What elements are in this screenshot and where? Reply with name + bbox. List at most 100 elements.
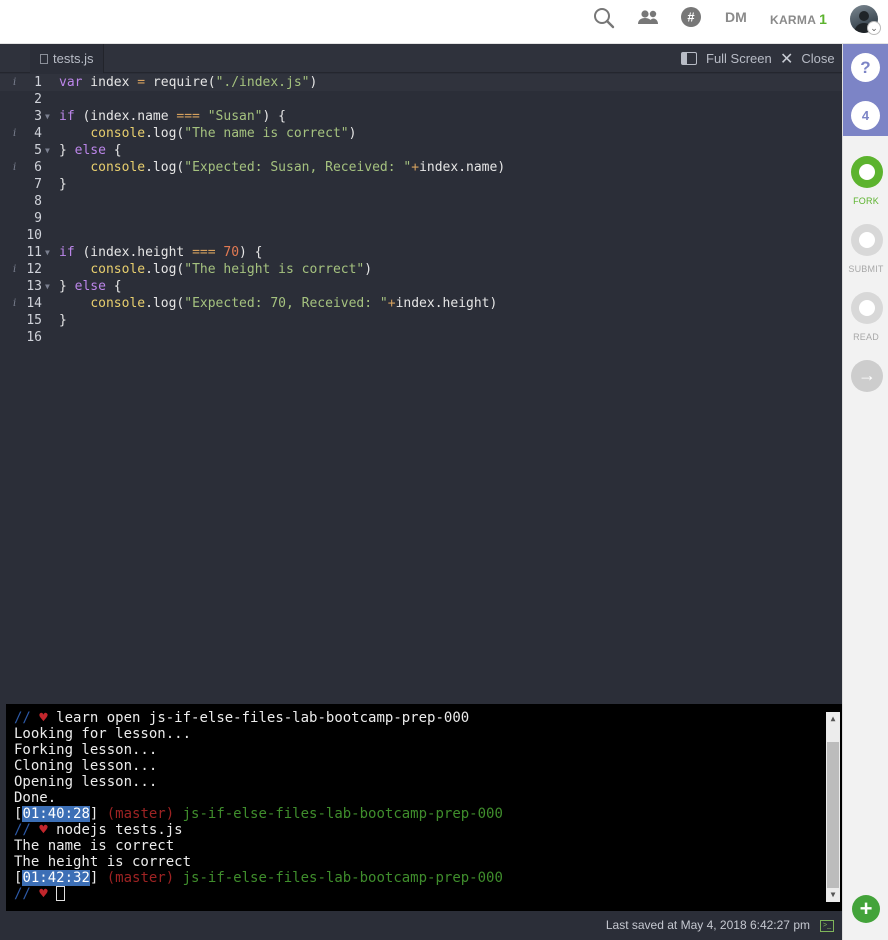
code-token: .log( (145, 296, 185, 311)
code-token: ) { (239, 245, 263, 260)
code-token: === (192, 245, 216, 260)
info-icon: i (13, 128, 17, 139)
line-number: 1 (34, 75, 42, 90)
terminal-command: learn open js-if-else-files-lab-bootcamp… (56, 710, 470, 726)
scrollbar-thumb[interactable] (827, 742, 839, 888)
code-token: === (176, 109, 200, 124)
code-token: } (59, 177, 67, 192)
line-number: 12 (26, 262, 42, 277)
right-sidebar: ? 4 FORK SUBMIT READ → + (842, 44, 888, 940)
terminal-line: Opening lesson... (14, 774, 158, 790)
notification-count-badge[interactable]: 4 (851, 101, 880, 130)
close-button[interactable]: ✕ Close (780, 44, 835, 73)
fold-arrow-icon[interactable]: ▼ (45, 108, 50, 125)
code-token: console (90, 262, 146, 277)
code-token: { (105, 279, 122, 294)
next-lesson-button[interactable]: → (851, 360, 883, 392)
code-token: require( (145, 75, 216, 90)
fork-button[interactable] (851, 156, 883, 188)
read-label: READ (853, 332, 879, 342)
fold-arrow-icon[interactable]: ▼ (45, 278, 50, 295)
code-token: "./index.js" (215, 75, 310, 90)
code-token: else (74, 279, 106, 294)
code-token: "Susan" (199, 109, 263, 124)
terminal-line: [01:40:28] (master) js-if-else-files-lab… (14, 806, 503, 822)
terminal-line: // ♥ nodejs tests.js (14, 822, 183, 838)
code-line-3[interactable]: 3 ▼ if (index.name === "Susan") { (0, 108, 842, 125)
terminal-icon[interactable]: >_ (820, 920, 834, 932)
slack-icon[interactable]: # (679, 6, 705, 30)
code-token: .log( (145, 160, 185, 175)
full-screen-button[interactable]: Full Screen (681, 44, 772, 73)
code-token: .log( (145, 126, 185, 141)
tab-tests-js[interactable]: tests.js (30, 44, 105, 73)
code-token: ) { (262, 109, 286, 124)
add-button[interactable]: + (852, 895, 880, 923)
scroll-up-icon[interactable]: ▲ (826, 712, 840, 726)
terminal-cursor[interactable] (56, 886, 66, 901)
code-token: if (59, 245, 75, 260)
info-icon: i (13, 264, 17, 275)
search-icon[interactable] (591, 6, 617, 30)
code-line-10[interactable]: 10 (0, 227, 842, 244)
terminal-line: The height is correct (14, 854, 192, 870)
repo-name: js-if-else-files-lab-bootcamp-prep-000 (182, 870, 503, 886)
code-token: if (59, 109, 75, 124)
submit-button[interactable] (851, 224, 883, 256)
read-button[interactable] (851, 292, 883, 324)
code-line-14[interactable]: i 14 console.log("Expected: 70, Received:… (0, 295, 842, 312)
code-line-12[interactable]: i 12 console.log("The height is correct") (0, 261, 842, 278)
read-button-inner (859, 300, 875, 316)
terminal-line: [01:42:32] (master) js-if-else-files-lab… (14, 870, 503, 886)
code-token: "The name is correct" (184, 126, 349, 141)
code-token: (index.name (74, 109, 177, 124)
code-token: ) (348, 126, 357, 141)
code-token: } (59, 143, 75, 158)
code-line-2[interactable]: 2 (0, 91, 842, 108)
fold-arrow-icon[interactable]: ▼ (45, 244, 50, 261)
tab-label: tests.js (53, 51, 94, 66)
code-lines[interactable]: i 1 var index = require("./index.js") 2 3 ▼… (0, 74, 842, 346)
terminal-line: The name is correct (14, 838, 175, 854)
code-editor[interactable]: tests.js Full Screen ✕ Close i 1 var index … (0, 44, 842, 704)
code-line-7[interactable]: 7} (0, 176, 842, 193)
code-line-6[interactable]: i 6 console.log("Expected: Susan, Receive… (0, 159, 842, 176)
git-branch: (master) (106, 806, 175, 822)
code-line-16[interactable]: 16 (0, 329, 842, 346)
timestamp: 01:40:28 (22, 806, 90, 822)
code-line-1[interactable]: i 1 var index = require("./index.js") (0, 74, 842, 91)
direct-messages-link[interactable]: DM (725, 9, 747, 25)
terminal-line: Forking lesson... (14, 742, 158, 758)
code-line-15[interactable]: 15} (0, 312, 842, 329)
code-token: { (105, 143, 122, 158)
line-number: 9 (34, 211, 42, 226)
code-token: (index.height (74, 245, 193, 260)
code-token: } (59, 313, 67, 328)
terminal-scrollbar[interactable]: ▲ ▼ (826, 712, 840, 902)
chevron-down-icon[interactable]: ⌄ (867, 21, 881, 35)
terminal-prompt-line[interactable]: // ♥ (14, 886, 66, 902)
code-line-11[interactable]: 11 ▼ if (index.height === 70) { (0, 244, 842, 261)
code-line-4[interactable]: i 4 console.log("The name is correct") (0, 125, 842, 142)
code-line-9[interactable]: 9 (0, 210, 842, 227)
timestamp: 01:42:32 (22, 870, 90, 886)
terminal[interactable]: // ♥ learn open js-if-else-files-lab-boo… (6, 704, 842, 911)
line-number: 3 (34, 109, 42, 124)
help-button[interactable]: ? (851, 53, 880, 82)
people-icon[interactable] (636, 6, 662, 30)
code-token: } (59, 279, 75, 294)
code-token: .log( (145, 262, 185, 277)
fold-arrow-icon[interactable]: ▼ (45, 142, 50, 159)
fork-label: FORK (853, 196, 879, 206)
file-icon (40, 54, 48, 64)
line-number: 5 (34, 143, 42, 158)
code-line-5[interactable]: 5 ▼} else { (0, 142, 842, 159)
karma-value: 1 (819, 11, 828, 27)
line-number: 11 (26, 245, 42, 260)
close-label: Close (801, 51, 835, 66)
code-line-13[interactable]: 13 ▼} else { (0, 278, 842, 295)
scroll-down-icon[interactable]: ▼ (826, 888, 840, 902)
code-line-8[interactable]: 8 (0, 193, 842, 210)
line-number: 6 (34, 160, 42, 175)
line-number: 2 (34, 92, 42, 107)
